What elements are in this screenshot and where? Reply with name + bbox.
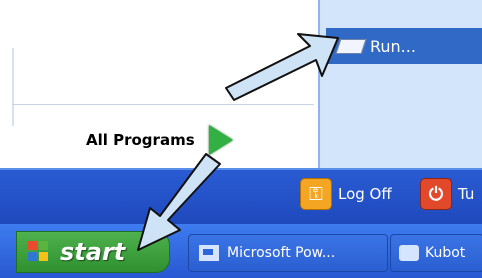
run-label: Run... [370, 36, 416, 56]
turn-off-button[interactable]: ⏻ Tu [420, 177, 474, 211]
log-off-button[interactable]: ⚿ Log Off [300, 177, 392, 211]
bottom-bar-highlight [0, 168, 482, 170]
all-programs-label: All Programs [86, 131, 195, 149]
annotation-arrow-run [218, 22, 340, 102]
taskbar-button-kubot[interactable]: Kubot [390, 234, 482, 272]
taskbar-button-label: Kubot [425, 245, 466, 261]
run-menu-item[interactable]: Run... [326, 28, 482, 64]
kubot-app-icon [399, 245, 419, 261]
menu-divider [12, 104, 314, 105]
run-window-icon [335, 37, 367, 55]
taskbar-button-label: Microsoft Pow... [227, 245, 336, 261]
start-label: start [60, 238, 126, 266]
start-menu-right-pane [318, 0, 482, 168]
windows-logo-icon [28, 241, 50, 263]
log-off-label: Log Off [338, 185, 392, 203]
power-icon: ⏻ [420, 178, 452, 210]
annotation-arrow-start [132, 150, 230, 258]
start-menu-bottom-bar [0, 168, 482, 224]
key-icon: ⚿ [300, 178, 332, 210]
turn-off-label: Tu [458, 185, 475, 203]
menu-edge [12, 48, 14, 126]
